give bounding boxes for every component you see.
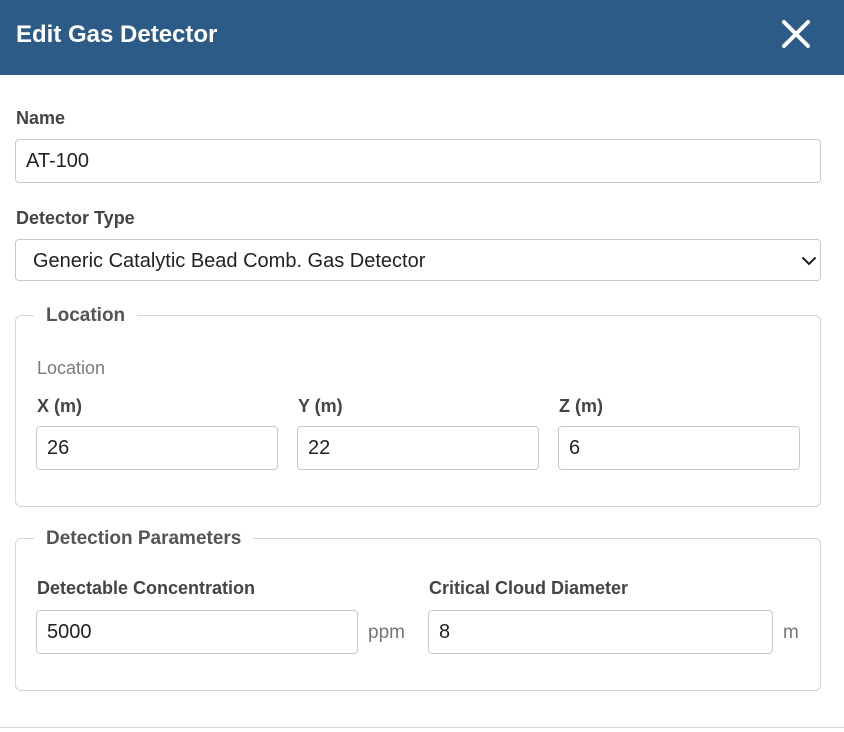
- footer-divider: [0, 727, 844, 728]
- name-label: Name: [16, 108, 66, 128]
- location-fieldset: [15, 315, 821, 507]
- location-sublabel: Location: [37, 358, 106, 378]
- concentration-label: Detectable Concentration: [37, 578, 256, 598]
- z-label: Z (m): [559, 396, 603, 416]
- dialog-title: Edit Gas Detector: [16, 21, 218, 48]
- x-label: X (m): [37, 396, 82, 416]
- detector-type-label: Detector Type: [16, 208, 135, 228]
- location-legend: Location: [34, 305, 138, 327]
- detection-legend: Detection Parameters: [34, 528, 254, 550]
- name-input[interactable]: [15, 139, 821, 183]
- cloud-diameter-label: Critical Cloud Diameter: [429, 578, 629, 598]
- z-input[interactable]: [558, 426, 800, 470]
- cloud-diameter-input[interactable]: [428, 610, 773, 654]
- y-input[interactable]: [297, 426, 539, 470]
- detector-type-value: Generic Catalytic Bead Comb. Gas Detecto…: [33, 250, 426, 272]
- dialog-header: Edit Gas Detector: [0, 0, 844, 75]
- concentration-input[interactable]: [36, 610, 358, 654]
- chevron-down-icon: [801, 253, 817, 269]
- cloud-diameter-unit: m: [783, 622, 799, 643]
- y-label: Y (m): [298, 396, 343, 416]
- close-icon: [782, 20, 810, 48]
- close-button[interactable]: [778, 16, 814, 52]
- concentration-unit: ppm: [368, 622, 405, 643]
- x-input[interactable]: [36, 426, 278, 470]
- detector-type-select[interactable]: Generic Catalytic Bead Comb. Gas Detecto…: [15, 239, 821, 281]
